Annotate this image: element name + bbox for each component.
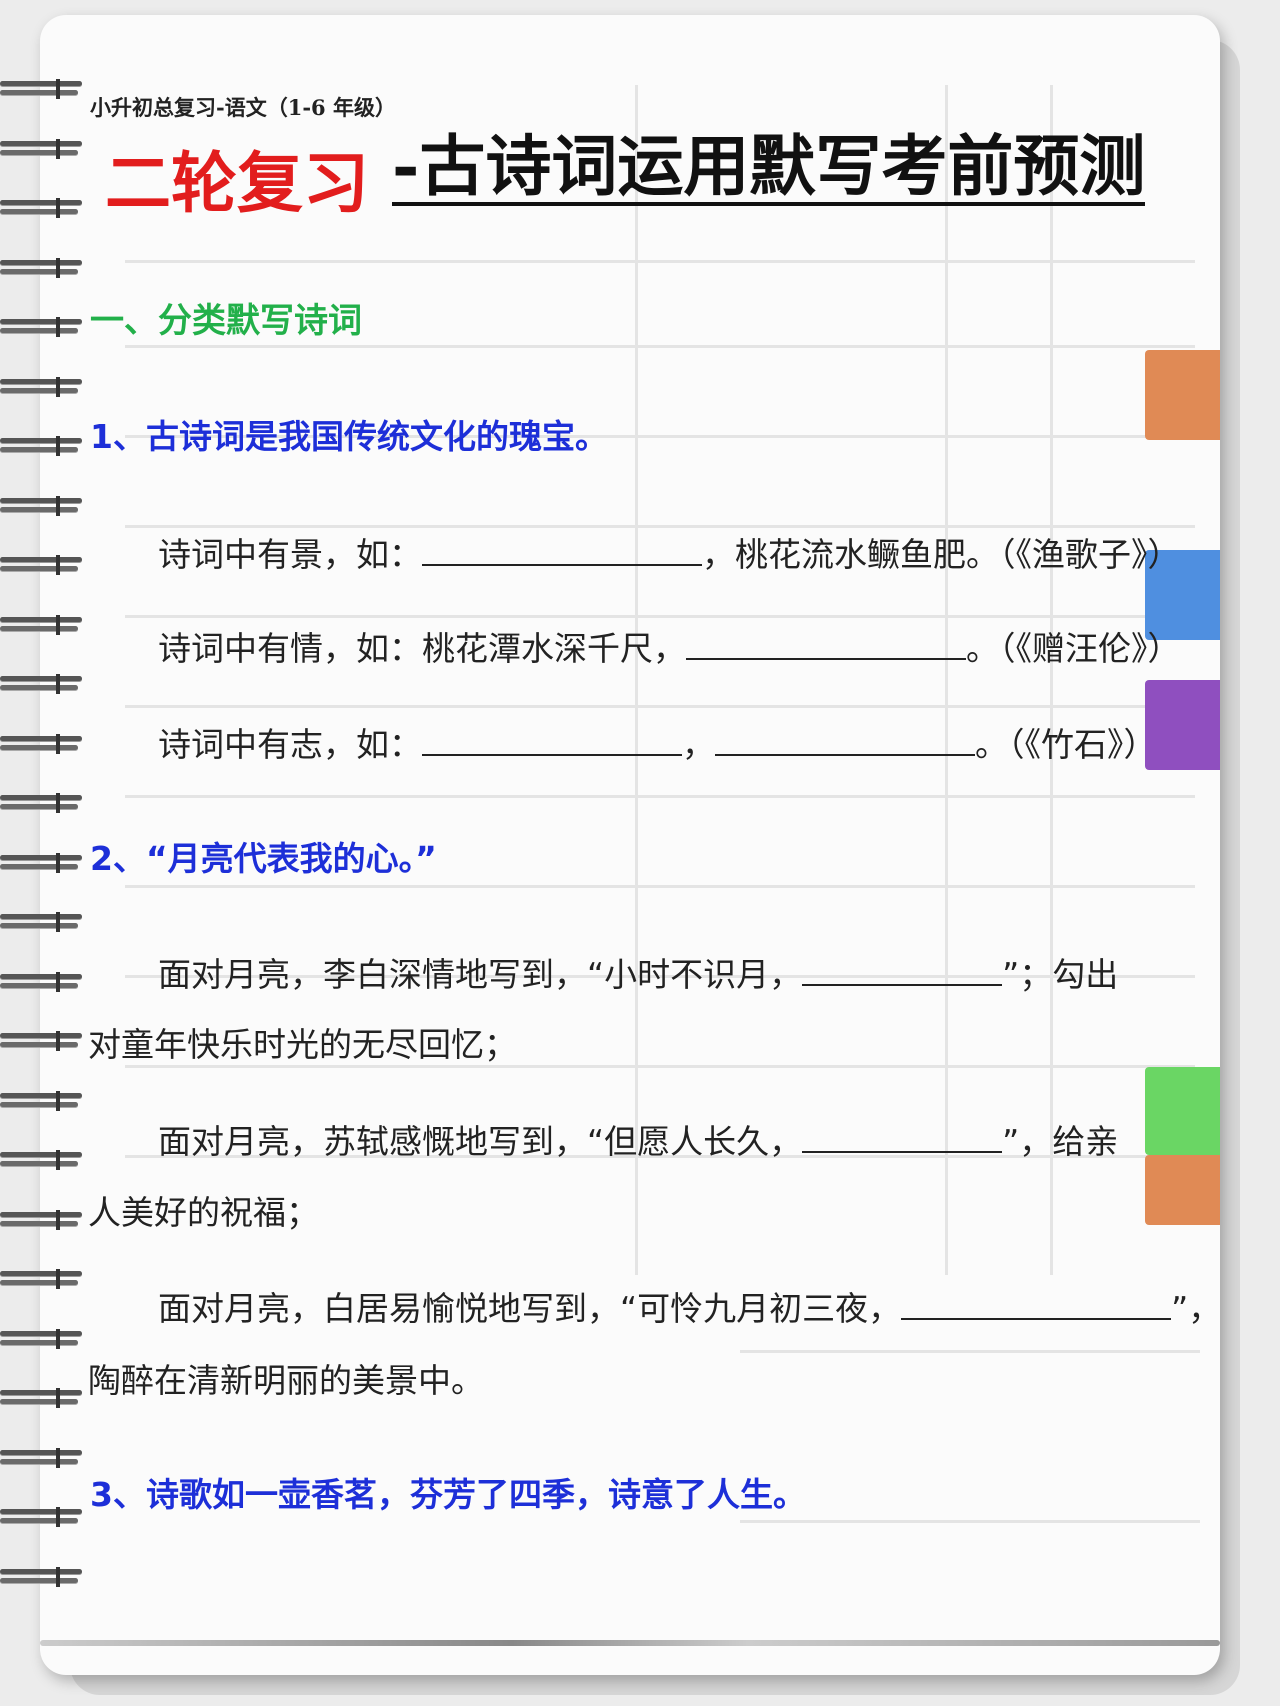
grid-line	[125, 260, 1195, 263]
binding-ring	[0, 194, 82, 220]
grid-line	[1050, 85, 1053, 1275]
answer-blank[interactable]	[802, 952, 1003, 986]
binding-ring	[0, 1325, 82, 1351]
q2-p3-line-2: 陶醉在清新明丽的美景中。	[88, 1361, 484, 1400]
binding-ring	[0, 432, 82, 458]
q2-p2-line-1: 面对月亮，苏轼感慨地写到，“但愿人长久， ”，给亲	[158, 1115, 1118, 1163]
binding-ring	[0, 611, 82, 637]
binding-ring	[0, 1087, 82, 1113]
q2-p2-line-2: 人美好的祝福；	[88, 1193, 319, 1232]
binding-ring	[0, 492, 82, 518]
text: 面对月亮，苏轼感慨地写到，“但愿人长久，	[158, 1122, 803, 1161]
binding-ring	[0, 1503, 82, 1529]
text: ，桃花流水鳜鱼肥。（《渔歌子》）	[702, 535, 1181, 574]
binding-ring	[0, 670, 82, 696]
answer-blank[interactable]	[715, 722, 975, 756]
page-title-highlight: 二轮复习	[105, 144, 369, 222]
binding-ring	[0, 1384, 82, 1410]
q2-p3-line-1: 面对月亮，白居易愉悦地写到，“可怜九月初三夜， ”，	[158, 1282, 1221, 1330]
q1-line-2: 诗词中有情，如：桃花潭水深千尺， 。（《赠汪伦》）	[158, 622, 1181, 670]
text: ”；勾出	[1002, 955, 1119, 994]
grid-line	[125, 885, 1195, 888]
q1-line-1: 诗词中有景，如： ，桃花流水鳜鱼肥。（《渔歌子》）	[158, 528, 1181, 576]
grid-line	[945, 85, 948, 1275]
text: 。（《赠汪伦》）	[966, 629, 1181, 668]
text: 。（《竹石》）	[975, 725, 1157, 764]
grid-line	[740, 1350, 1200, 1353]
answer-blank[interactable]	[901, 1286, 1172, 1320]
answer-blank[interactable]	[422, 532, 702, 566]
binding-ring	[0, 1146, 82, 1172]
page-title: -古诗词运用默写考前预测	[392, 127, 1146, 206]
text: ”，给亲	[1002, 1122, 1119, 1161]
binding-ring	[0, 849, 82, 875]
binding-ring	[0, 1206, 82, 1232]
q2-p1-line-2: 对童年快乐时光的无尽回忆；	[88, 1025, 517, 1064]
binding-ring	[0, 551, 82, 577]
subtitle: 小升初总复习-语文（1-6 年级）	[90, 95, 396, 120]
grid-line	[125, 795, 1195, 798]
question-2-heading: 2、“月亮代表我的心。”	[90, 839, 437, 878]
answer-blank[interactable]	[802, 1119, 1003, 1153]
section-heading: 一、分类默写诗词	[90, 301, 362, 341]
grid-line	[125, 345, 1195, 348]
text: 面对月亮，李白深情地写到，“小时不识月，	[158, 955, 803, 994]
binding-ring	[0, 313, 82, 339]
binding-ring	[0, 730, 82, 756]
index-tab-orange	[1145, 350, 1220, 440]
index-tab-orange-lower	[1145, 1155, 1220, 1225]
text: 面对月亮，白居易愉悦地写到，“可怜九月初三夜，	[158, 1289, 902, 1328]
binding-ring	[0, 373, 82, 399]
answer-blank[interactable]	[422, 722, 682, 756]
answer-blank[interactable]	[686, 626, 966, 660]
binding-ring	[0, 789, 82, 815]
grid-line	[125, 705, 1195, 708]
text: 诗词中有志，如：	[158, 725, 422, 764]
text: ”，	[1171, 1289, 1222, 1328]
q2-p1-line-1: 面对月亮，李白深情地写到，“小时不识月， ”；勾出	[158, 948, 1118, 996]
binding-ring	[0, 75, 82, 101]
index-tab-green	[1145, 1067, 1220, 1155]
page-bottom-edge	[40, 1640, 1220, 1646]
text: 诗词中有景，如：	[158, 535, 422, 574]
binding-ring	[0, 968, 82, 994]
text: ，	[682, 725, 715, 764]
grid-line	[635, 85, 638, 1275]
q1-line-3: 诗词中有志，如： ， 。（《竹石》）	[158, 718, 1157, 766]
grid-line	[740, 1520, 1200, 1523]
grid-line	[125, 615, 1195, 618]
binding-ring	[0, 908, 82, 934]
binding-ring	[0, 135, 82, 161]
text: 诗词中有情，如：桃花潭水深千尺，	[158, 629, 686, 668]
binding-ring	[0, 1563, 82, 1589]
question-1-heading: 1、古诗词是我国传统文化的瑰宝。	[90, 417, 608, 456]
binding-ring	[0, 1444, 82, 1470]
question-3-heading: 3、诗歌如一壶香茗，芬芳了四季，诗意了人生。	[90, 1475, 806, 1514]
binding-ring	[0, 1265, 82, 1291]
binding-ring	[0, 1027, 82, 1053]
binding-ring	[0, 254, 82, 280]
